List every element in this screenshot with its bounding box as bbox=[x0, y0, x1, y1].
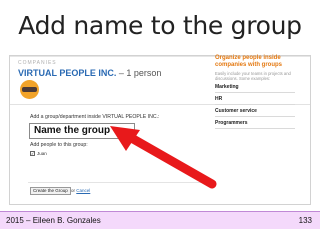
sidebar-help: Organize people inside companies with gr… bbox=[215, 55, 295, 129]
company-header: VIRTUAL PEOPLE INC. – 1 person bbox=[18, 68, 161, 78]
sidebar-title: Organize people inside companies with gr… bbox=[215, 55, 283, 68]
example-item: Marketing bbox=[215, 81, 295, 93]
companies-label: COMPANIES bbox=[18, 60, 57, 66]
create-group-button[interactable]: Create the Group bbox=[30, 187, 71, 195]
company-name-link[interactable]: VIRTUAL PEOPLE INC. bbox=[18, 68, 116, 78]
cancel-link[interactable]: Cancel bbox=[76, 188, 90, 193]
slide-title: Add name to the group bbox=[18, 11, 302, 40]
person-name: Juan bbox=[37, 151, 47, 156]
or-cancel-row: or Cancel bbox=[71, 188, 90, 193]
add-group-label: Add a group/department inside VIRTUAL PE… bbox=[30, 114, 160, 120]
example-item: Customer service bbox=[215, 105, 295, 117]
slide-number: 133 bbox=[298, 216, 312, 225]
group-name-input[interactable]: Name the group bbox=[29, 123, 135, 139]
company-logo-icon bbox=[20, 80, 39, 99]
slide-footer: 2015 – Eileen B. Gonzales 133 bbox=[0, 211, 320, 229]
checkbox-icon[interactable]: ✓ bbox=[30, 151, 35, 156]
example-item: Programmers bbox=[215, 117, 295, 129]
sidebar-description: Easily include your teams in projects an… bbox=[215, 71, 291, 81]
or-text: or bbox=[71, 188, 76, 193]
add-people-label: Add people to this group: bbox=[30, 142, 88, 148]
form-bottom-divider bbox=[28, 182, 213, 183]
company-person-count: – 1 person bbox=[116, 68, 162, 78]
person-checkbox-row[interactable]: ✓ Juan bbox=[30, 151, 47, 156]
example-item: HR bbox=[215, 93, 295, 105]
logo-band bbox=[22, 87, 37, 92]
footer-credit: 2015 – Eileen B. Gonzales bbox=[6, 216, 101, 225]
